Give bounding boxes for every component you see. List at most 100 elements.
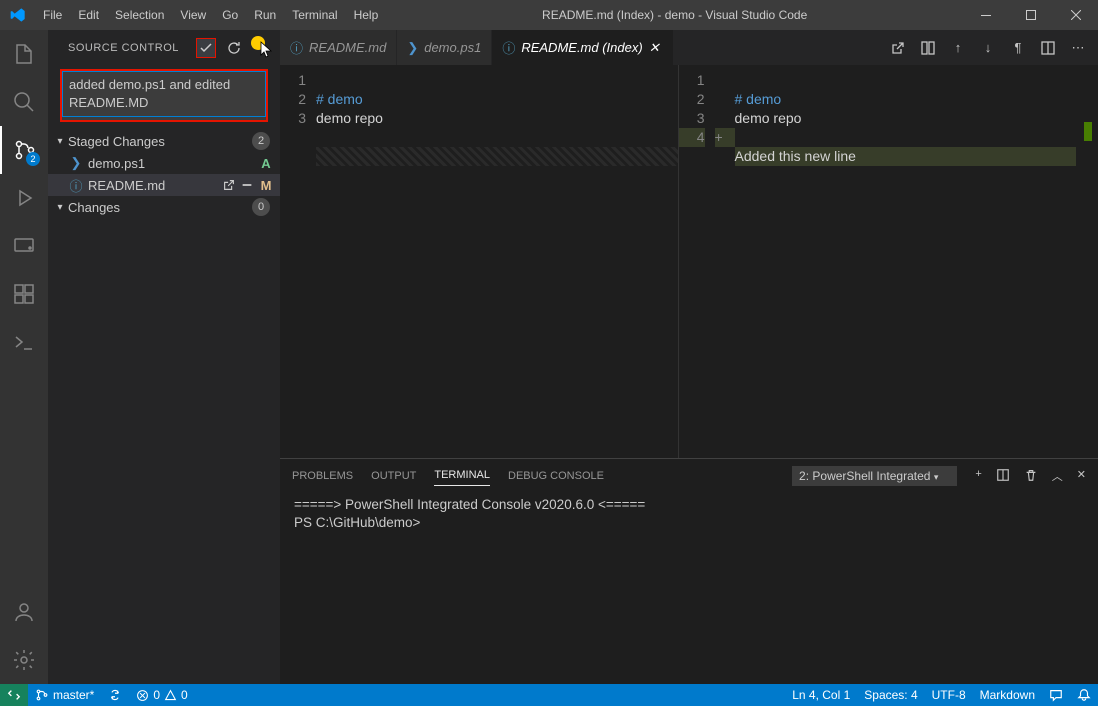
activity-remote[interactable] [0,222,48,270]
new-terminal-icon[interactable]: + [975,468,981,484]
refresh-button[interactable] [224,38,244,58]
menu-file[interactable]: File [35,0,70,30]
status-problems[interactable]: 0 0 [129,684,194,706]
tab-readme[interactable]: ⓘ README.md [280,30,397,65]
commit-message-highlight: added demo.ps1 and edited README.MD [60,69,268,122]
scm-badge: 2 [26,152,40,166]
activity-settings[interactable] [0,636,48,684]
code-line: # demo [735,91,782,107]
file-name: demo.ps1 [88,156,258,171]
activity-bar: 2 [0,30,48,684]
staged-count-badge: 2 [252,132,270,150]
status-spaces[interactable]: Spaces: 4 [857,684,924,706]
terminal-body[interactable]: =====> PowerShell Integrated Console v20… [280,492,1098,684]
minimize-button[interactable] [963,0,1008,30]
status-remote[interactable] [0,684,28,706]
powershell-file-icon: ❯ [68,155,84,171]
status-sync[interactable] [101,684,129,706]
next-change-icon[interactable]: ↓ [980,40,996,56]
menu-view[interactable]: View [172,0,214,30]
staged-file-readme[interactable]: ⓘ README.md M [48,174,280,196]
kill-terminal-icon[interactable] [1024,468,1038,484]
line-number: 1 [280,71,306,90]
activity-account[interactable] [0,588,48,636]
activity-search[interactable] [0,78,48,126]
status-feedback[interactable] [1042,684,1070,706]
activity-extensions[interactable] [0,270,48,318]
menu-bar: File Edit Selection View Go Run Terminal… [35,0,386,30]
status-notifications[interactable] [1070,684,1098,706]
diff-original-pane[interactable]: 1 2 3 # demo demo repo [280,65,679,458]
diff-overview-ruler[interactable] [1076,65,1098,458]
open-file-icon[interactable] [222,178,236,192]
more-editor-actions-icon[interactable]: ⋯ [1070,40,1086,56]
whitespace-icon[interactable]: ¶ [1010,40,1026,56]
window-controls [963,0,1098,30]
changes-header[interactable]: ▾ Changes 0 [48,196,280,218]
split-editor-icon[interactable] [1040,40,1056,56]
line-number: 1 [679,71,705,90]
code-line-added: Added this new line [735,147,1077,166]
prev-change-icon[interactable]: ↑ [950,40,966,56]
staged-changes-label: Staged Changes [68,134,252,149]
editor-area: ⓘ README.md ❯ demo.ps1 ⓘ README.md (Inde… [280,30,1098,684]
sidebar-title: SOURCE CONTROL [68,42,196,54]
split-terminal-icon[interactable] [996,468,1010,484]
diff-placeholder [316,147,678,166]
staged-file-demo-ps1[interactable]: ❯ demo.ps1 A [48,152,280,174]
status-encoding[interactable]: UTF-8 [925,684,973,706]
open-changes-icon[interactable] [890,40,906,56]
panel-tab-problems[interactable]: PROBLEMS [292,466,353,486]
status-branch[interactable]: master* [28,684,101,706]
menu-edit[interactable]: Edit [70,0,107,30]
powershell-file-icon: ❯ [407,40,418,56]
status-added: A [258,156,274,171]
menu-run[interactable]: Run [246,0,284,30]
chevron-down-icon: ▾ [52,202,68,213]
maximize-panel-icon[interactable]: ︿ [1052,468,1063,484]
close-tab-icon[interactable]: ✕ [649,40,663,56]
terminal-selector[interactable]: 2: PowerShell Integrated ▾ [792,466,957,486]
status-language[interactable]: Markdown [973,684,1042,706]
error-count: 0 [153,688,160,702]
panel-tab-terminal[interactable]: TERMINAL [434,465,490,486]
tab-readme-index[interactable]: ⓘ README.md (Index) ✕ [492,30,673,65]
menu-help[interactable]: Help [346,0,387,30]
vscode-logo [0,7,35,23]
activity-powershell[interactable] [0,318,48,366]
code-line: demo repo [735,110,802,126]
toggle-side-by-side-icon[interactable] [920,40,936,56]
menu-terminal[interactable]: Terminal [284,0,345,30]
commit-message-input[interactable]: added demo.ps1 and edited README.MD [62,71,266,117]
panel-tab-output[interactable]: OUTPUT [371,466,416,486]
staged-changes-header[interactable]: ▾ Staged Changes 2 [48,130,280,152]
info-file-icon: ⓘ [502,38,515,57]
terminal-line: =====> PowerShell Integrated Console v20… [294,496,1084,514]
activity-debug[interactable] [0,174,48,222]
cursor-highlight [251,36,265,50]
branch-name: master* [53,688,94,702]
tab-demo-ps1[interactable]: ❯ demo.ps1 [397,30,492,65]
diff-editor[interactable]: 1 2 3 # demo demo repo 1 2 3 4 + [280,65,1098,458]
info-file-icon: ⓘ [68,176,84,195]
code-line: demo repo [316,110,383,126]
close-panel-icon[interactable]: ✕ [1077,468,1086,484]
activity-explorer[interactable] [0,30,48,78]
commit-button[interactable] [196,38,216,58]
sidebar-source-control: SOURCE CONTROL ⋯ added demo.ps1 and edit… [48,30,280,684]
activity-source-control[interactable]: 2 [0,126,48,174]
diff-modified-pane[interactable]: 1 2 3 4 + # demo demo repo Added this ne… [679,65,1077,458]
sidebar-header: SOURCE CONTROL ⋯ [48,30,280,65]
panel-tab-debug-console[interactable]: DEBUG CONSOLE [508,466,604,486]
maximize-button[interactable] [1008,0,1053,30]
status-ln-col[interactable]: Ln 4, Col 1 [785,684,857,706]
menu-go[interactable]: Go [214,0,246,30]
unstage-icon[interactable] [240,178,254,192]
close-button[interactable] [1053,0,1098,30]
line-number: 3 [280,109,306,128]
code-line: # demo [316,91,363,107]
title-bar: File Edit Selection View Go Run Terminal… [0,0,1098,30]
bottom-panel: PROBLEMS OUTPUT TERMINAL DEBUG CONSOLE 2… [280,458,1098,684]
menu-selection[interactable]: Selection [107,0,172,30]
tab-label: README.md [309,40,386,55]
